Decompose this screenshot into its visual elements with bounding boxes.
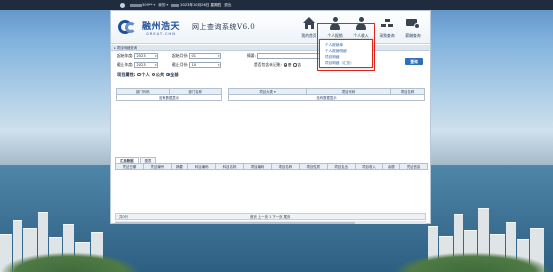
dropdown-arrow-icon: ▾	[154, 63, 157, 67]
column-header[interactable]: 科目编码	[187, 163, 217, 170]
logout-link[interactable]: 退出	[224, 3, 231, 8]
person-icon	[329, 16, 341, 30]
person-income-icon	[355, 16, 367, 30]
column-header[interactable]: 摘要	[170, 163, 189, 170]
nav-home[interactable]: 我的首页	[296, 14, 322, 39]
cash-icon	[406, 17, 420, 29]
summary-input[interactable]	[256, 53, 321, 59]
trees-left	[0, 252, 140, 272]
attr-all-radio[interactable]: 全部	[166, 72, 179, 78]
column-header[interactable]: 科目名称	[215, 163, 245, 170]
detail-table: 凭证日期 凭证编号 摘要 科目编码 科目名称 项目编码 项目名称 项目性质 项目…	[115, 163, 429, 170]
company-logo: 融州浩天 GREAT-CHN	[118, 19, 180, 36]
column-header[interactable]: 凭证日期	[115, 163, 144, 170]
nav-personal-reimbursement[interactable]: 个人报销	[322, 14, 348, 39]
chevron-down-icon: ▾	[153, 3, 156, 7]
current-date: 2023年10月26日 星期四	[171, 3, 221, 8]
pagination[interactable]: 首页 上一页 1 下一页 尾页	[250, 214, 290, 219]
project-table: 项目大类 ▾ 项目代码 项目名称 没有数据显示	[228, 88, 425, 101]
project-attribute-row: 项目属性: 个人 公共 全部	[117, 71, 179, 78]
sort-arrow-icon: ▾	[273, 90, 276, 94]
chevron-down-icon: ▾	[166, 3, 169, 7]
department-table: 部门代码 部门名称 没有数据显示	[116, 88, 222, 105]
unposted-no-radio[interactable]: 否	[293, 63, 301, 68]
radio-icon	[293, 63, 297, 67]
logo-mark-icon	[118, 19, 140, 35]
unposted-yes-radio[interactable]: 是	[283, 63, 291, 68]
radio-icon	[283, 63, 288, 67]
nav-personal-income[interactable]: 个人收入	[348, 14, 374, 39]
boxes-icon	[380, 17, 394, 29]
query-button[interactable]: 查询	[405, 58, 423, 65]
table-footer: 共0行 首页 上一页 1 下一页 尾页	[115, 213, 426, 220]
main-nav: 我的首页 个人报销 个人收入 采购查询 薪酬查询	[296, 14, 426, 39]
dropdown-arrow-icon: ▾	[154, 54, 157, 58]
dropdown-arrow-icon: ▾	[217, 63, 220, 67]
section-arrow-icon: ▸	[114, 45, 116, 50]
nav-salary[interactable]: 薪酬查询	[400, 14, 426, 39]
redacted-name	[130, 3, 142, 7]
column-header[interactable]: 余额	[382, 163, 400, 170]
start-month-select[interactable]: 01 ▾	[189, 53, 222, 59]
my-menu[interactable]: 我的 ▾	[158, 3, 168, 8]
column-header[interactable]: 项目名称	[270, 163, 300, 170]
horizontal-scrollbar[interactable]	[115, 221, 426, 224]
scrollbar-thumb[interactable]	[115, 221, 355, 224]
column-header[interactable]: 项目性质	[298, 163, 328, 170]
nav-procurement[interactable]: 采购查询	[374, 14, 400, 39]
column-header[interactable]: 项目编码	[243, 163, 272, 170]
column-header[interactable]: 项目支出	[326, 163, 356, 170]
column-header[interactable]: 项目收入	[354, 163, 384, 170]
menu-item-project-detail-summary[interactable]: 项目明细（汇总）	[325, 61, 372, 67]
user-avatar-icon	[120, 2, 125, 8]
radio-icon	[166, 72, 170, 77]
reimbursement-dropdown-menu: 个人报销单 个人报销明细 项目明细 项目明细（汇总）	[319, 39, 373, 68]
attr-public-radio[interactable]: 公共	[151, 72, 164, 78]
house-icon	[302, 17, 316, 29]
dropdown-arrow-icon: ▾	[217, 54, 220, 58]
empty-message: 没有数据显示	[228, 94, 425, 101]
query-form: 起始年度: 2023 ▾ 起始月份: 01 ▾ 摘要: 截止年度: 2023 ▾ 截止…	[111, 51, 430, 71]
user-name[interactable]: 309** ▾	[130, 3, 155, 7]
redacted-org	[171, 3, 180, 7]
system-title: 网上查询系统V6.0	[192, 23, 256, 31]
end-month-select[interactable]: 10 ▾	[189, 62, 222, 68]
end-year-select[interactable]: 2023 ▾	[134, 62, 159, 68]
column-header[interactable]: 凭证编号	[142, 163, 172, 170]
main-panel: 融州浩天 GREAT-CHN 网上查询系统V6.0 我的首页 个人报销 个人收入	[110, 10, 431, 224]
radio-icon	[151, 72, 156, 77]
radio-icon	[137, 72, 141, 77]
trees-right	[393, 252, 553, 272]
app-header: 融州浩天 GREAT-CHN 网上查询系统V6.0 我的首页 个人报销 个人收入	[111, 11, 430, 44]
total-rows: 共0行	[119, 215, 128, 219]
column-header[interactable]: 凭证信息	[398, 163, 429, 170]
attr-personal-radio[interactable]: 个人	[137, 72, 150, 78]
top-bar: 309** ▾ 我的 ▾ 2023年10月26日 星期四 退出	[0, 0, 553, 10]
start-year-select[interactable]: 2023 ▾	[134, 53, 159, 59]
